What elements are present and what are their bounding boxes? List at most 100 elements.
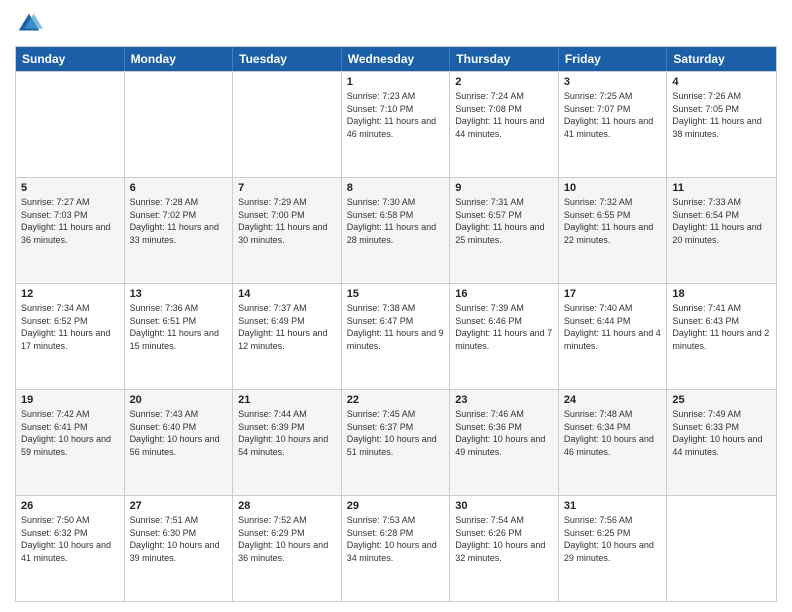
day-number: 19	[21, 394, 119, 406]
logo-icon	[15, 10, 43, 38]
header-day-sunday: Sunday	[16, 47, 125, 71]
day-number: 11	[672, 182, 771, 194]
day-info: Sunrise: 7:33 AM Sunset: 6:54 PM Dayligh…	[672, 196, 771, 246]
calendar-day-12: 12 Sunrise: 7:34 AM Sunset: 6:52 PM Dayli…	[16, 284, 125, 389]
day-number: 24	[564, 394, 662, 406]
calendar-day-9: 9Sunrise: 7:31 AM Sunset: 6:57 PM Daylig…	[450, 178, 559, 283]
day-number: 1	[347, 76, 445, 88]
calendar-day-28: 28 Sunrise: 7:52 AM Sunset: 6:29 PM Dayli…	[233, 496, 342, 601]
day-info: Sunrise: 7:56 AM Sunset: 6:25 PM Dayligh…	[564, 514, 662, 564]
calendar-day-29: 29 Sunrise: 7:53 AM Sunset: 6:28 PM Dayli…	[342, 496, 451, 601]
calendar-empty-cell	[125, 72, 234, 177]
day-number: 22	[347, 394, 445, 406]
calendar-week-2: 5 Sunrise: 7:27 AM Sunset: 7:03 PM Daylig…	[16, 177, 776, 283]
day-number: 26	[21, 500, 119, 512]
calendar-day-31: 31 Sunrise: 7:56 AM Sunset: 6:25 PM Dayli…	[559, 496, 668, 601]
calendar-day-20: 20Sunrise: 7:43 AM Sunset: 6:40 PM Dayli…	[125, 390, 234, 495]
day-number: 10	[564, 182, 662, 194]
calendar-day-4: 4 Sunrise: 7:26 AM Sunset: 7:05 PM Daylig…	[667, 72, 776, 177]
day-number: 13	[130, 288, 228, 300]
calendar-day-25: 25 Sunrise: 7:49 AM Sunset: 6:33 PM Dayli…	[667, 390, 776, 495]
day-info: Sunrise: 7:30 AM Sunset: 6:58 PM Dayligh…	[347, 196, 445, 246]
day-number: 27	[130, 500, 228, 512]
day-info: Sunrise: 7:53 AM Sunset: 6:28 PM Dayligh…	[347, 514, 445, 564]
day-info: Sunrise: 7:46 AM Sunset: 6:36 PM Dayligh…	[455, 408, 553, 458]
day-info: Sunrise: 7:37 AM Sunset: 6:49 PM Dayligh…	[238, 302, 336, 352]
calendar-day-30: 30 Sunrise: 7:54 AM Sunset: 6:26 PM Dayli…	[450, 496, 559, 601]
calendar-day-2: 2Sunrise: 7:24 AM Sunset: 7:08 PM Daylig…	[450, 72, 559, 177]
header-day-friday: Friday	[559, 47, 668, 71]
calendar-header: SundayMondayTuesdayWednesdayThursdayFrid…	[16, 47, 776, 71]
calendar-day-13: 13 Sunrise: 7:36 AM Sunset: 6:51 PM Dayli…	[125, 284, 234, 389]
day-number: 23	[455, 394, 553, 406]
day-number: 16	[455, 288, 553, 300]
calendar-day-6: 6 Sunrise: 7:28 AM Sunset: 7:02 PM Daylig…	[125, 178, 234, 283]
day-info: Sunrise: 7:43 AM Sunset: 6:40 PM Dayligh…	[130, 408, 228, 458]
header-day-wednesday: Wednesday	[342, 47, 451, 71]
day-number: 8	[347, 182, 445, 194]
calendar-day-11: 11 Sunrise: 7:33 AM Sunset: 6:54 PM Dayli…	[667, 178, 776, 283]
calendar-day-3: 3 Sunrise: 7:25 AM Sunset: 7:07 PM Daylig…	[559, 72, 668, 177]
day-number: 15	[347, 288, 445, 300]
day-number: 4	[672, 76, 771, 88]
day-info: Sunrise: 7:50 AM Sunset: 6:32 PM Dayligh…	[21, 514, 119, 564]
calendar-day-26: 26 Sunrise: 7:50 AM Sunset: 6:32 PM Dayli…	[16, 496, 125, 601]
day-info: Sunrise: 7:41 AM Sunset: 6:43 PM Dayligh…	[672, 302, 771, 352]
calendar-day-7: 7 Sunrise: 7:29 AM Sunset: 7:00 PM Daylig…	[233, 178, 342, 283]
day-info: Sunrise: 7:27 AM Sunset: 7:03 PM Dayligh…	[21, 196, 119, 246]
day-info: Sunrise: 7:25 AM Sunset: 7:07 PM Dayligh…	[564, 90, 662, 140]
day-info: Sunrise: 7:32 AM Sunset: 6:55 PM Dayligh…	[564, 196, 662, 246]
logo	[15, 10, 47, 38]
day-number: 3	[564, 76, 662, 88]
day-info: Sunrise: 7:28 AM Sunset: 7:02 PM Dayligh…	[130, 196, 228, 246]
day-info: Sunrise: 7:52 AM Sunset: 6:29 PM Dayligh…	[238, 514, 336, 564]
calendar-day-17: 17Sunrise: 7:40 AM Sunset: 6:44 PM Dayli…	[559, 284, 668, 389]
day-number: 29	[347, 500, 445, 512]
calendar-day-8: 8 Sunrise: 7:30 AM Sunset: 6:58 PM Daylig…	[342, 178, 451, 283]
header-day-tuesday: Tuesday	[233, 47, 342, 71]
day-number: 6	[130, 182, 228, 194]
day-info: Sunrise: 7:29 AM Sunset: 7:00 PM Dayligh…	[238, 196, 336, 246]
day-number: 14	[238, 288, 336, 300]
day-info: Sunrise: 7:45 AM Sunset: 6:37 PM Dayligh…	[347, 408, 445, 458]
calendar-day-21: 21Sunrise: 7:44 AM Sunset: 6:39 PM Dayli…	[233, 390, 342, 495]
day-info: Sunrise: 7:36 AM Sunset: 6:51 PM Dayligh…	[130, 302, 228, 352]
calendar-day-24: 24 Sunrise: 7:48 AM Sunset: 6:34 PM Dayli…	[559, 390, 668, 495]
day-number: 5	[21, 182, 119, 194]
day-info: Sunrise: 7:39 AM Sunset: 6:46 PM Dayligh…	[455, 302, 553, 352]
calendar-day-1: 1 Sunrise: 7:23 AM Sunset: 7:10 PM Daylig…	[342, 72, 451, 177]
day-info: Sunrise: 7:40 AM Sunset: 6:44 PM Dayligh…	[564, 302, 662, 352]
calendar-empty-cell	[667, 496, 776, 601]
day-number: 9	[455, 182, 553, 194]
day-number: 31	[564, 500, 662, 512]
day-number: 2	[455, 76, 553, 88]
day-info: Sunrise: 7:42 AM Sunset: 6:41 PM Dayligh…	[21, 408, 119, 458]
calendar-day-14: 14 Sunrise: 7:37 AM Sunset: 6:49 PM Dayli…	[233, 284, 342, 389]
day-info: Sunrise: 7:38 AM Sunset: 6:47 PM Dayligh…	[347, 302, 445, 352]
calendar-day-23: 23 Sunrise: 7:46 AM Sunset: 6:36 PM Dayli…	[450, 390, 559, 495]
day-number: 7	[238, 182, 336, 194]
day-info: Sunrise: 7:48 AM Sunset: 6:34 PM Dayligh…	[564, 408, 662, 458]
day-info: Sunrise: 7:54 AM Sunset: 6:26 PM Dayligh…	[455, 514, 553, 564]
day-number: 21	[238, 394, 336, 406]
calendar-day-27: 27Sunrise: 7:51 AM Sunset: 6:30 PM Dayli…	[125, 496, 234, 601]
calendar-week-5: 26 Sunrise: 7:50 AM Sunset: 6:32 PM Dayli…	[16, 495, 776, 601]
day-info: Sunrise: 7:26 AM Sunset: 7:05 PM Dayligh…	[672, 90, 771, 140]
day-number: 12	[21, 288, 119, 300]
day-info: Sunrise: 7:23 AM Sunset: 7:10 PM Dayligh…	[347, 90, 445, 140]
day-number: 28	[238, 500, 336, 512]
day-info: Sunrise: 7:49 AM Sunset: 6:33 PM Dayligh…	[672, 408, 771, 458]
header-day-monday: Monday	[125, 47, 234, 71]
calendar-day-15: 15 Sunrise: 7:38 AM Sunset: 6:47 PM Dayli…	[342, 284, 451, 389]
calendar-week-4: 19 Sunrise: 7:42 AM Sunset: 6:41 PM Dayli…	[16, 389, 776, 495]
page-header	[15, 10, 777, 38]
calendar: SundayMondayTuesdayWednesdayThursdayFrid…	[15, 46, 777, 602]
calendar-day-19: 19 Sunrise: 7:42 AM Sunset: 6:41 PM Dayli…	[16, 390, 125, 495]
calendar-empty-cell	[16, 72, 125, 177]
day-info: Sunrise: 7:34 AM Sunset: 6:52 PM Dayligh…	[21, 302, 119, 352]
day-number: 25	[672, 394, 771, 406]
calendar-day-18: 18Sunrise: 7:41 AM Sunset: 6:43 PM Dayli…	[667, 284, 776, 389]
day-number: 30	[455, 500, 553, 512]
header-day-saturday: Saturday	[667, 47, 776, 71]
header-day-thursday: Thursday	[450, 47, 559, 71]
